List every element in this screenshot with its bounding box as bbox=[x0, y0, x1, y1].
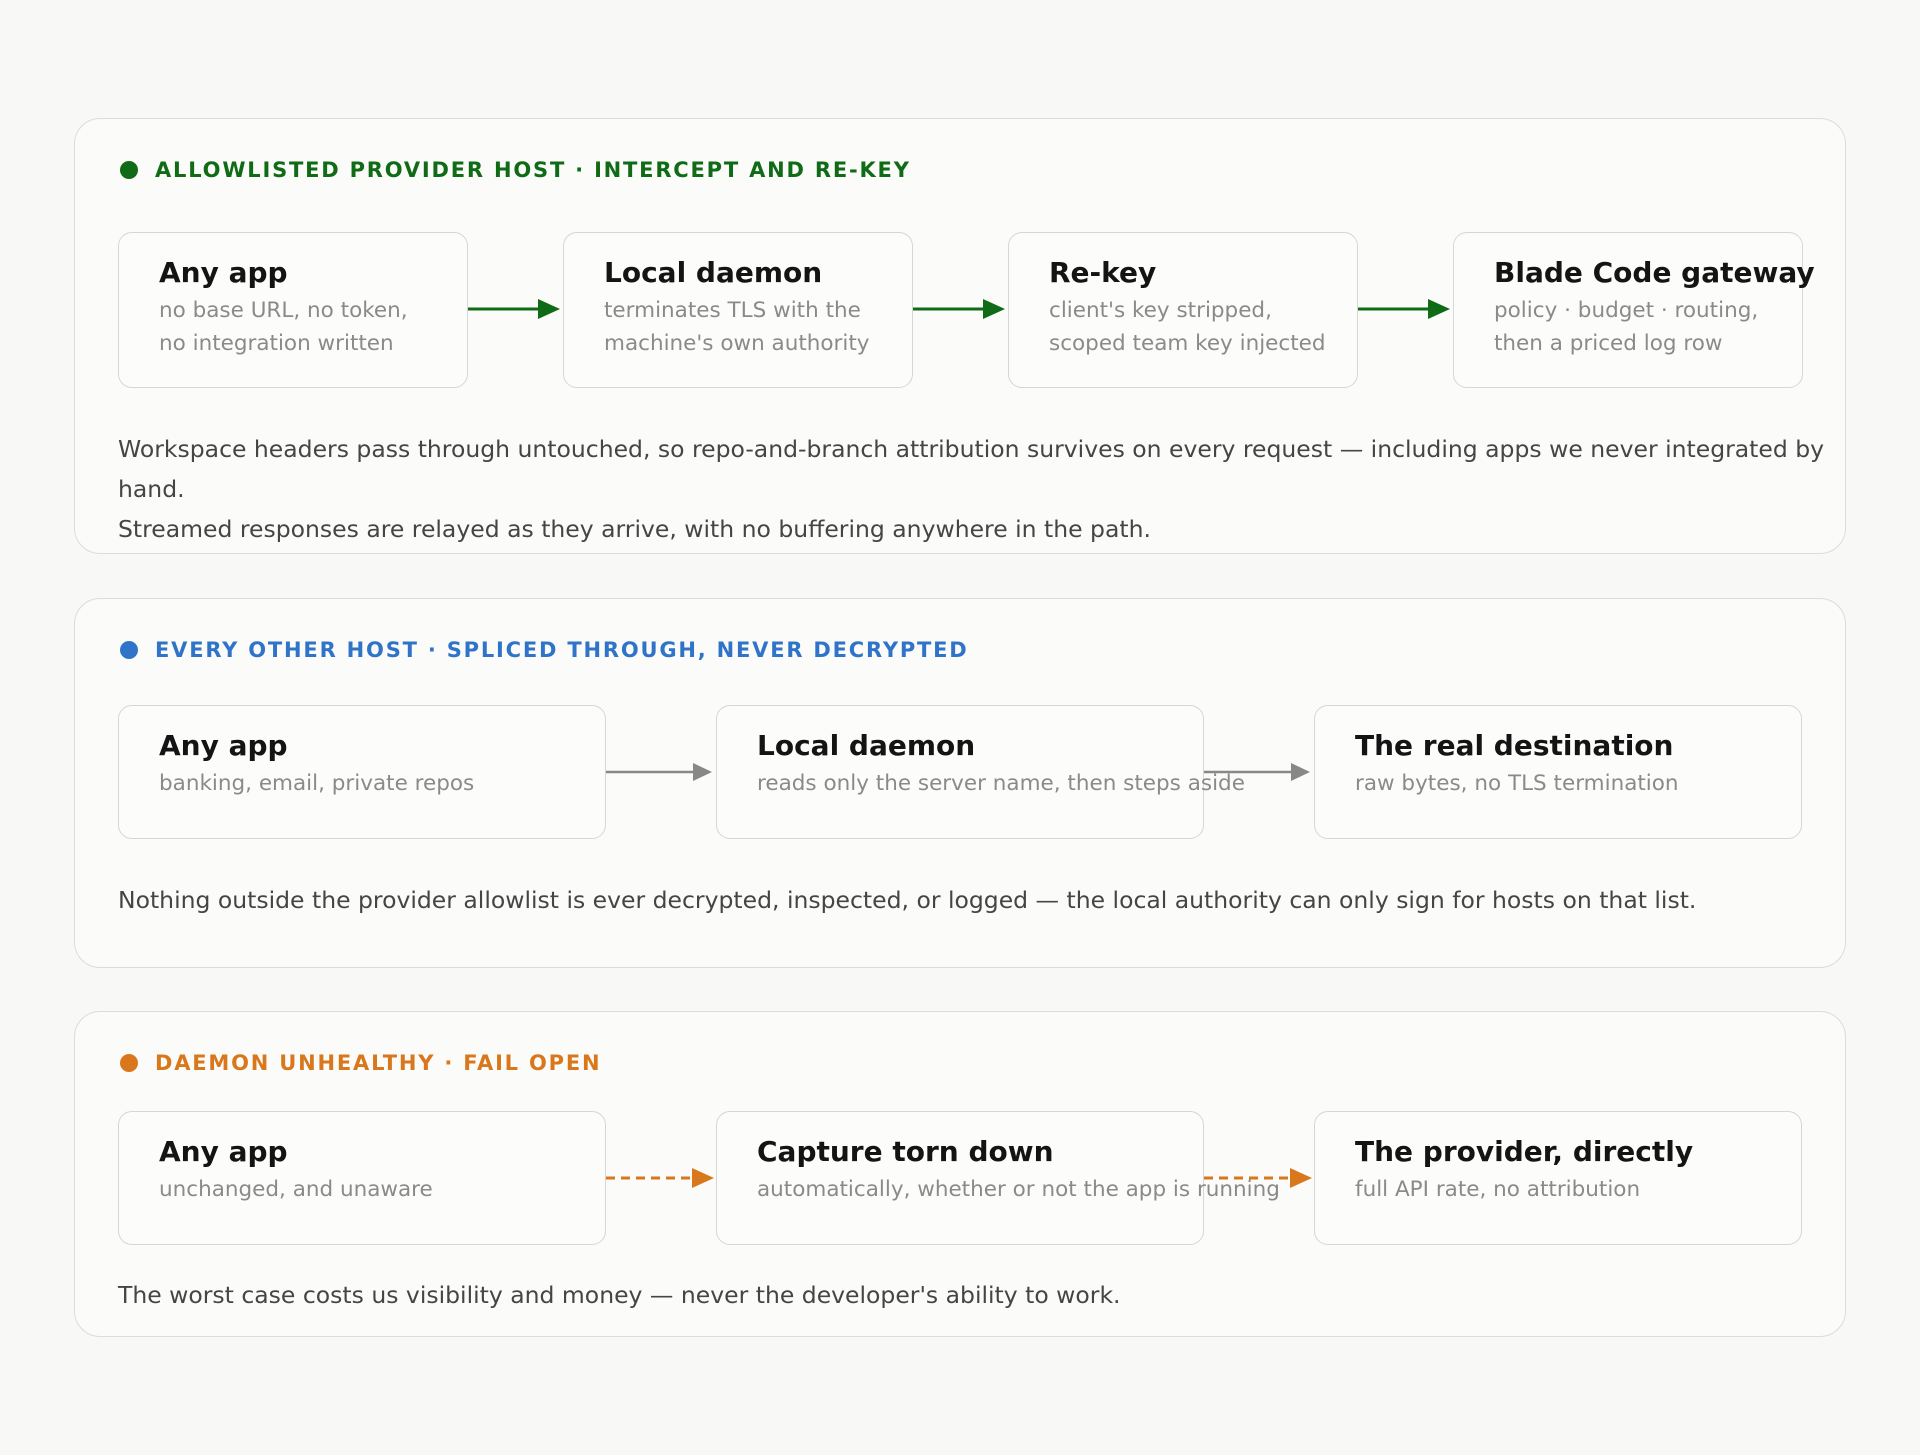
node-title: The real destination bbox=[1355, 729, 1674, 762]
node-any-app: Any app unchanged, and unaware bbox=[118, 1111, 606, 1245]
node-real-destination: The real destination raw bytes, no TLS t… bbox=[1314, 705, 1802, 839]
node-subtitle: banking, email, private repos bbox=[159, 771, 475, 796]
orange-status-dot bbox=[120, 1054, 138, 1072]
node-title: Local daemon bbox=[757, 729, 976, 762]
arrow-right-icon bbox=[1358, 299, 1450, 319]
node-title: Any app bbox=[159, 729, 288, 762]
fail-open-panel: DAEMON UNHEALTHY · FAIL OPEN Any app unc… bbox=[74, 1011, 1846, 1337]
panel-note: Nothing outside the provider allowlist i… bbox=[118, 886, 1697, 914]
node-any-app: Any app banking, email, private repos bbox=[118, 705, 606, 839]
node-title: Re-key bbox=[1049, 256, 1157, 289]
node-local-daemon: Local daemon terminates TLS with the mac… bbox=[563, 232, 913, 388]
node-subtitle: terminates TLS with the machine's own au… bbox=[604, 298, 870, 356]
node-any-app: Any app no base URL, no token, no integr… bbox=[118, 232, 468, 388]
intercept-panel: ALLOWLISTED PROVIDER HOST · INTERCEPT AN… bbox=[74, 118, 1846, 554]
node-subtitle: full API rate, no attribution bbox=[1355, 1177, 1641, 1202]
panel-note: The worst case costs us visibility and m… bbox=[118, 1281, 1121, 1309]
panel-header: DAEMON UNHEALTHY · FAIL OPEN bbox=[120, 1048, 601, 1078]
node-subtitle: no base URL, no token, no integration wr… bbox=[159, 298, 408, 356]
splice-panel: EVERY OTHER HOST · SPLICED THROUGH, NEVE… bbox=[74, 598, 1846, 968]
panel-header: ALLOWLISTED PROVIDER HOST · INTERCEPT AN… bbox=[120, 155, 911, 185]
node-subtitle: reads only the server name, then steps a… bbox=[757, 771, 1245, 796]
arrow-right-icon bbox=[606, 763, 712, 781]
green-status-dot bbox=[120, 161, 138, 179]
arrow-right-icon bbox=[468, 299, 560, 319]
blue-status-dot bbox=[120, 641, 138, 659]
node-title: Any app bbox=[159, 1135, 288, 1168]
dashed-arrow-right-icon bbox=[606, 1168, 714, 1188]
node-title: The provider, directly bbox=[1355, 1135, 1694, 1168]
node-title: Local daemon bbox=[604, 256, 823, 289]
node-subtitle: client's key stripped, scoped team key i… bbox=[1049, 298, 1326, 356]
node-local-daemon: Local daemon reads only the server name,… bbox=[716, 705, 1245, 839]
node-title: Blade Code gateway bbox=[1494, 256, 1815, 289]
panel-header: EVERY OTHER HOST · SPLICED THROUGH, NEVE… bbox=[120, 635, 969, 665]
panel-title: ALLOWLISTED PROVIDER HOST · INTERCEPT AN… bbox=[155, 158, 911, 182]
dashed-arrow-right-icon bbox=[1204, 1168, 1312, 1188]
node-subtitle: automatically, whether or not the app is… bbox=[757, 1177, 1280, 1202]
panel-title: DAEMON UNHEALTHY · FAIL OPEN bbox=[155, 1051, 602, 1075]
node-subtitle: raw bytes, no TLS termination bbox=[1355, 771, 1679, 796]
node-subtitle: policy · budget · routing, then a priced… bbox=[1494, 298, 1759, 356]
node-title: Any app bbox=[159, 256, 288, 289]
panel-title: EVERY OTHER HOST · SPLICED THROUGH, NEVE… bbox=[155, 638, 969, 662]
node-subtitle: unchanged, and unaware bbox=[159, 1177, 433, 1202]
node-title: Capture torn down bbox=[757, 1135, 1054, 1168]
arrow-right-icon bbox=[913, 299, 1005, 319]
panel-note: Workspace headers pass through untouched… bbox=[118, 435, 1825, 543]
arrow-right-icon bbox=[1204, 763, 1310, 781]
node-capture-torn-down: Capture torn down automatically, whether… bbox=[716, 1111, 1280, 1245]
node-provider-directly: The provider, directly full API rate, no… bbox=[1314, 1111, 1802, 1245]
node-gateway: Blade Code gateway policy · budget · rou… bbox=[1453, 232, 1815, 388]
node-re-key: Re-key client's key stripped, scoped tea… bbox=[1008, 232, 1358, 388]
